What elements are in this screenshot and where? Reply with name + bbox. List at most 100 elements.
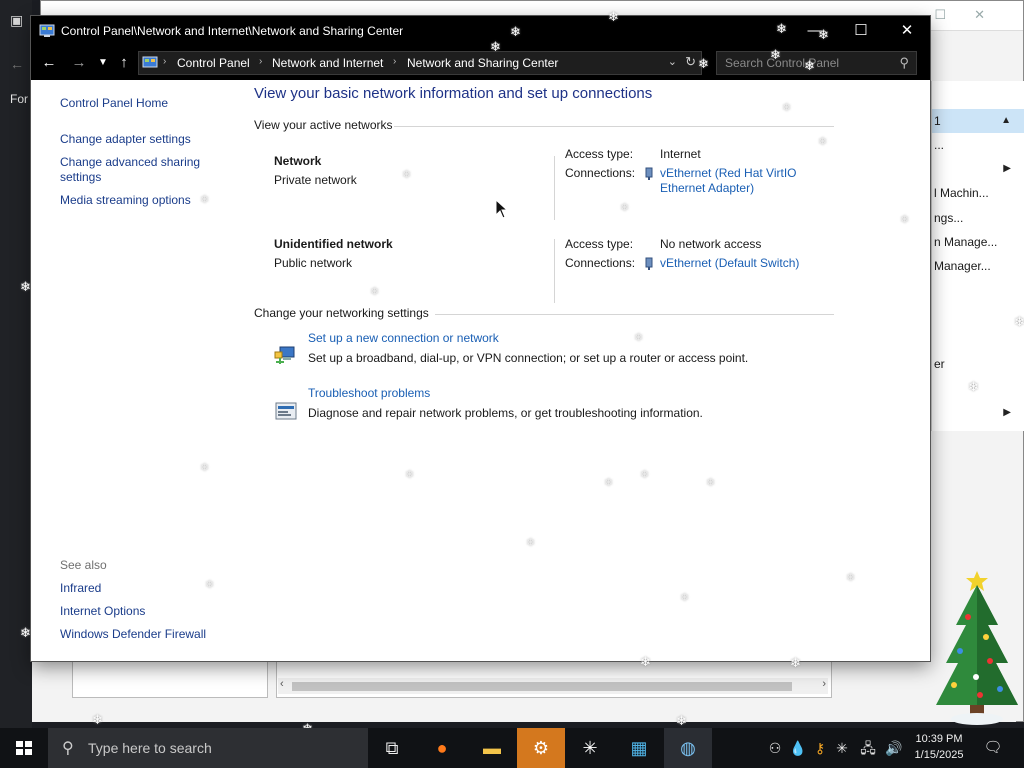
active-networks-title: View your active networks [254,118,393,132]
bg-item: Manager... [934,259,991,273]
network-tray-icon[interactable]: 🖧 [856,728,880,768]
access-type-value: Internet [660,147,701,161]
close-button[interactable]: ✕ [884,16,930,46]
scroll-right-icon[interactable]: › [822,678,826,690]
see-also-heading: See also [60,558,107,572]
volume-icon[interactable]: 🔊 [882,728,906,768]
windows-defender-firewall-link[interactable]: Windows Defender Firewall [60,627,206,641]
snowflake-icon: ❄ [370,286,380,298]
snowflake-icon: ❄ [804,58,815,73]
connection-link-vethernet-redhat[interactable]: vEthernet (Red Hat VirtIO [660,166,797,180]
scrollbar-thumb[interactable] [292,682,792,691]
drop-icon[interactable]: 💧 [788,728,808,768]
network-sharing-center-taskbar-icon[interactable]: ⚙ [517,728,565,768]
breadcrumb-separator-icon[interactable]: › [393,56,396,67]
content-area: Control Panel Home Change adapter settin… [31,80,930,661]
search-icon[interactable]: ⚲ [899,55,909,71]
forward-button[interactable]: → [68,53,90,73]
background-pane-left [72,660,268,698]
key-icon[interactable]: ⚷ [810,728,830,768]
change-settings-title: Change your networking settings [254,306,429,320]
control-panel-icon [39,24,55,37]
infrared-link[interactable]: Infrared [60,581,101,595]
connection-link-vethernet-default[interactable]: vEthernet (Default Switch) [660,256,799,270]
back-button[interactable]: ← [38,53,60,73]
refresh-icon[interactable]: ↻ [685,54,696,70]
snowflake-icon: ❄ [782,102,792,114]
maximize-button[interactable]: ☐ [838,16,884,46]
search-icon: ⚲ [62,740,74,757]
new-connection-icon [274,346,295,364]
search-box[interactable]: Search Control Panel ⚲ [716,51,917,75]
file-explorer-icon[interactable]: ▬ [468,728,516,768]
breadcrumb-separator-icon[interactable]: › [259,56,262,67]
breadcrumb-sharing-center[interactable]: Network and Sharing Center [407,56,558,70]
snowflake-app-icon[interactable]: ✳ [566,728,614,768]
snowflake-icon: ❄ [405,469,415,481]
task-view-icon[interactable]: ⧉ [368,728,416,768]
control-panel-home-link[interactable]: Control Panel Home [60,96,168,110]
snowflake-icon: ❄ [698,56,709,71]
breadcrumb-network-internet[interactable]: Network and Internet [272,56,383,70]
change-advanced-sharing-link[interactable]: Change advanced sharing settings [60,155,220,185]
section-divider [435,314,834,315]
chevron-right-icon: ▶ [1003,163,1011,174]
connection-link-vethernet-redhat-cont[interactable]: Ethernet Adapter) [660,181,754,195]
internet-options-link[interactable]: Internet Options [60,604,145,618]
up-button[interactable]: ↑ [113,53,135,73]
snowflake-icon: ❄ [200,194,210,206]
troubleshoot-problems-desc: Diagnose and repair network problems, or… [308,406,703,420]
troubleshoot-problems-link[interactable]: Troubleshoot problems [308,386,430,400]
change-adapter-settings-link[interactable]: Change adapter settings [60,132,191,146]
bg-item: ngs... [934,211,964,225]
system-clock[interactable]: 10:39 PM 1/15/2025 [908,731,970,763]
titlebar[interactable]: Control Panel\Network and Internet\Netwo… [31,16,930,46]
background-bottom-area: ‹ › [32,660,1016,722]
snowflake-icon: ❄ [402,169,412,181]
snowflake-icon: ❄ [968,379,979,394]
media-streaming-options-link[interactable]: Media streaming options [60,193,191,207]
taskbar-search-placeholder: Type here to search [88,740,212,756]
access-type-value: No network access [660,237,762,251]
caret-up-icon: ▲ [1001,115,1011,126]
firefox-icon[interactable]: ● [418,728,466,768]
breadcrumb-control-panel[interactable]: Control Panel [177,56,250,70]
address-bar[interactable]: › Control Panel › Network and Internet ›… [138,51,702,75]
recent-locations-button[interactable]: ▼ [92,53,114,73]
windows-start-button[interactable] [0,728,48,768]
snowflake-icon: ❄ [770,47,781,62]
window-icon[interactable]: ▣ [10,12,23,29]
snowflake-icon: ❄ [634,332,644,344]
snowflake-icon: ❄ [510,24,521,39]
network-divider [554,239,555,303]
network-category[interactable]: Public network [274,256,352,270]
snow-tray-icon[interactable]: ✳ [832,728,852,768]
snowflake-icon: ❄ [680,592,690,604]
snowflake-icon: ❄ [20,625,31,640]
chevron-down-icon[interactable]: ⌄ [668,55,677,68]
notifications-icon[interactable]: 🗨 [978,728,1008,768]
breadcrumb-separator-icon[interactable]: › [163,56,166,67]
snowflake-icon: ❄ [92,712,103,727]
setup-new-connection-link[interactable]: Set up a new connection or network [308,331,499,345]
bg-item: 1 [934,114,941,128]
network-category[interactable]: Private network [274,173,357,187]
snowflake-icon: ❄ [900,214,910,226]
window-title: Control Panel\Network and Internet\Netwo… [61,24,404,38]
taskbar-search-box[interactable]: ⚲ Type here to search [48,728,368,768]
snowflake-icon: ❄ [776,21,787,36]
minimize-button[interactable]: — [792,16,838,46]
bg-item: er [934,357,945,371]
bg-item: ... [934,138,945,152]
scroll-left-icon[interactable]: ‹ [280,678,284,690]
people-icon[interactable]: ⚇ [764,728,786,768]
snowflake-icon: ❄ [490,39,501,54]
hyper-v-manager-icon[interactable]: ◍ [664,728,712,768]
troubleshoot-icon [275,402,297,420]
snowflake-icon: ❄ [790,655,801,670]
back-arrow-icon: ← [10,56,24,72]
snowflake-icon: ❄ [200,462,210,474]
server-manager-icon[interactable]: ▦ [615,728,663,768]
horizontal-scrollbar[interactable]: ‹ › [278,678,828,694]
setup-new-connection-desc: Set up a broadband, dial-up, or VPN conn… [308,351,749,365]
